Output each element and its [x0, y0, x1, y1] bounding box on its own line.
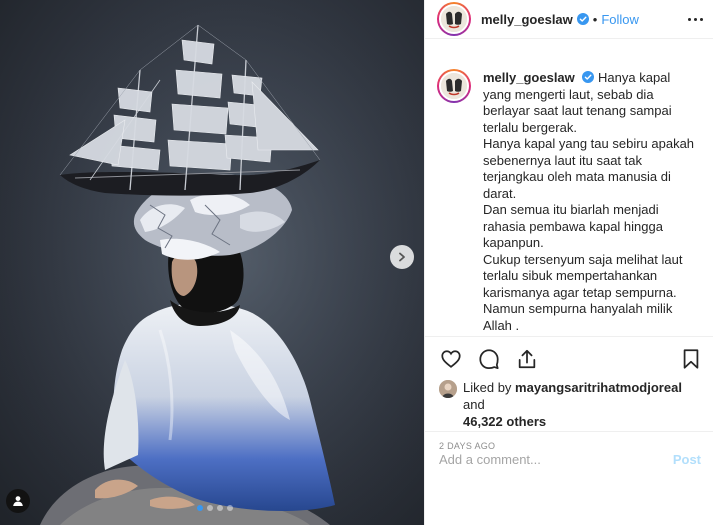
- caption-text: melly_goeslaw Hanya kapal yang mengerti …: [483, 70, 701, 336]
- author-avatar[interactable]: [437, 2, 471, 36]
- carousel-dot: [217, 505, 223, 511]
- caption-username[interactable]: melly_goeslaw: [483, 70, 575, 85]
- more-options-icon[interactable]: [688, 14, 703, 25]
- carousel-indicator: [197, 505, 233, 511]
- likes-others-count[interactable]: 46,322 others: [463, 414, 546, 429]
- share-icon[interactable]: [515, 347, 539, 371]
- user-tag-icon: [13, 496, 23, 506]
- likes-summary: Liked by mayangsaritrihatmodjoreal and 4…: [439, 379, 703, 430]
- instagram-post: melly_goeslaw • Follow melly_goeslaw Han…: [0, 0, 713, 525]
- comments-section[interactable]: melly_goeslaw Hanya kapal yang mengerti …: [425, 39, 713, 336]
- likes-prefix: Liked by: [463, 380, 512, 395]
- heart-icon[interactable]: [439, 347, 463, 371]
- photo-scene: [0, 0, 424, 525]
- post-caption: melly_goeslaw Hanya kapal yang mengerti …: [437, 69, 701, 336]
- header-separator: •: [592, 11, 598, 27]
- carousel-dot: [197, 505, 203, 511]
- action-icon-row: [439, 347, 703, 371]
- post-header: melly_goeslaw • Follow: [425, 0, 713, 39]
- comment-icon[interactable]: [477, 347, 501, 371]
- carousel-dot: [227, 505, 233, 511]
- carousel-dot: [207, 505, 213, 511]
- post-side-panel: melly_goeslaw • Follow melly_goeslaw Han…: [424, 0, 713, 525]
- post-photo[interactable]: [0, 0, 424, 525]
- add-comment-bar: Post: [425, 431, 713, 486]
- bookmark-icon[interactable]: [679, 347, 703, 371]
- author-username[interactable]: melly_goeslaw: [481, 12, 573, 27]
- caption-author-avatar[interactable]: [437, 69, 471, 103]
- caption-body: Hanya kapal yang mengerti laut, sebab di…: [483, 70, 695, 336]
- verified-badge-icon: [576, 13, 589, 25]
- chevron-right-icon: [399, 252, 405, 262]
- tagged-users-button[interactable]: [6, 489, 30, 513]
- liker-avatar[interactable]: [439, 380, 457, 398]
- post-comment-button[interactable]: Post: [665, 452, 709, 467]
- post-actions: Liked by mayangsaritrihatmodjoreal and 4…: [425, 336, 713, 486]
- carousel-next-button[interactable]: [390, 245, 414, 269]
- likes-text: Liked by mayangsaritrihatmodjoreal and 4…: [463, 379, 703, 430]
- verified-badge-icon: [582, 71, 595, 83]
- comment-input[interactable]: [439, 451, 665, 467]
- likes-conjunction: and: [463, 397, 485, 412]
- follow-button[interactable]: Follow: [601, 12, 639, 27]
- liker-username[interactable]: mayangsaritrihatmodjoreal: [515, 380, 682, 395]
